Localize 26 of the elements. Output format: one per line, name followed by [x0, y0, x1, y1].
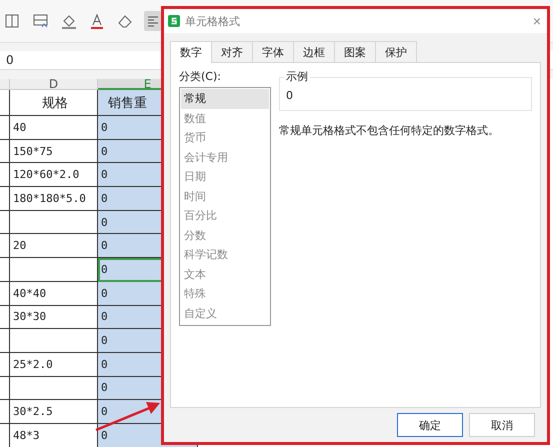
table-style-icon[interactable]	[32, 12, 50, 30]
dialog-title: 单元格格式	[185, 14, 241, 28]
tab[interactable]: 保护	[375, 41, 417, 62]
table-cell: 30*2.5	[10, 400, 98, 424]
table-cell: 40*40	[10, 282, 98, 306]
column-header[interactable]: D	[10, 79, 98, 90]
align-button[interactable]	[144, 11, 162, 31]
cancel-button[interactable]: 取消	[469, 413, 535, 437]
sample-value: 0	[286, 89, 293, 102]
tab[interactable]: 数字	[170, 41, 212, 63]
table-cell: 150*75	[10, 140, 98, 164]
group-legend: 示例	[284, 69, 310, 84]
table-cell: 40	[10, 116, 98, 140]
close-button[interactable]: ×	[532, 13, 541, 29]
table-cell: 30*30	[10, 306, 98, 330]
list-item[interactable]: 常规	[181, 89, 269, 108]
ok-button[interactable]: 确定	[397, 413, 463, 437]
font-color-icon[interactable]	[88, 12, 106, 30]
table-cell: 规格	[10, 90, 98, 116]
table-cell: 20	[10, 234, 98, 258]
app-logo-icon	[168, 15, 180, 27]
table-cell: 120*60*2.0	[10, 163, 98, 188]
table-cell: 180*180*5.0	[10, 187, 98, 211]
table-cell: 25*2.0	[10, 352, 98, 377]
align-left-icon	[147, 15, 159, 27]
description-text: 常规单元格格式不包含任何特定的数字格式。	[279, 123, 500, 138]
